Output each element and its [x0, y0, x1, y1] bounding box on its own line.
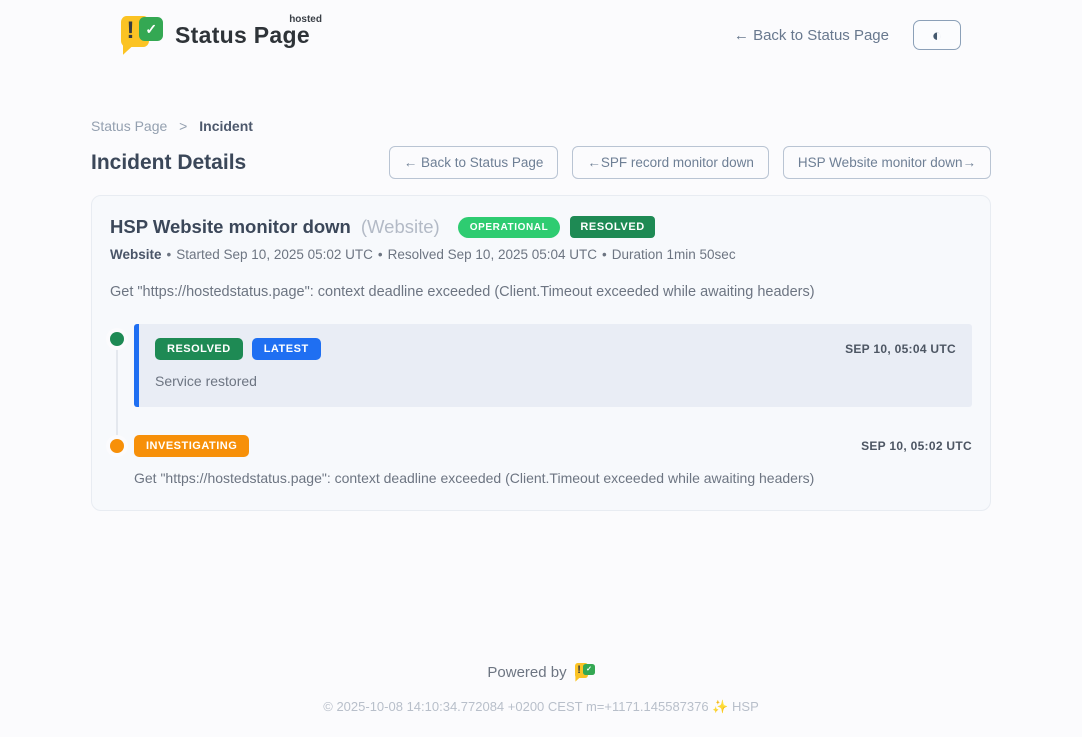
powered-by-label: Powered by — [487, 664, 566, 681]
meta-separator: • — [602, 247, 607, 262]
timeline-message: Get "https://hostedstatus.page": context… — [134, 470, 972, 486]
incident-meta: Website • Started Sep 10, 2025 05:02 UTC • R… — [110, 247, 972, 262]
timeline-dot-investigating — [110, 439, 124, 453]
header-right: ← Back to Status Page ◐ — [734, 20, 961, 50]
incident-card: HSP Website monitor down (Website) OPERA… — [91, 195, 991, 511]
timeline-highlight-box: RESOLVED LATEST SEP 10, 05:04 UTC Servic… — [134, 324, 972, 407]
incident-component: (Website) — [361, 216, 440, 238]
header-back-link[interactable]: ← Back to Status Page — [734, 27, 889, 44]
status-badge-resolved: RESOLVED — [570, 216, 655, 238]
copyright-text: © 2025-10-08 14:10:34.772084 +0200 CEST … — [0, 699, 1082, 715]
timeline-entry-content: RESOLVED LATEST SEP 10, 05:04 UTC Servic… — [134, 324, 972, 407]
timeline-dot-resolved — [110, 332, 124, 346]
breadcrumb-incident: Incident — [199, 118, 253, 134]
meta-component: Website — [110, 247, 162, 262]
incident-title: HSP Website monitor down — [110, 216, 351, 238]
timeline-dot-column — [110, 435, 134, 486]
meta-resolved: Resolved Sep 10, 2025 05:04 UTC — [388, 247, 597, 262]
logo-icon: ! ✓ — [121, 14, 163, 56]
meta-separator: • — [167, 247, 172, 262]
timeline-entry-investigating: INVESTIGATING SEP 10, 05:02 UTC Get "htt… — [110, 435, 972, 486]
footer-logo-icon: ! ✓ — [575, 662, 595, 682]
header: ! ✓ Status Page hosted ← Back to Status … — [91, 0, 991, 56]
main-content: Status Page > Incident Incident Details … — [91, 56, 991, 511]
nav-next-incident-button[interactable]: HSP Website monitor down→ — [783, 146, 991, 179]
timeline-entry-content: INVESTIGATING SEP 10, 05:02 UTC Get "htt… — [134, 435, 972, 486]
timeline-message: Service restored — [155, 373, 956, 389]
page-title: Incident Details — [91, 151, 246, 175]
timeline-badge-resolved: RESOLVED — [155, 338, 243, 360]
status-badge-operational: OPERATIONAL — [458, 217, 561, 238]
meta-started: Started Sep 10, 2025 05:02 UTC — [176, 247, 373, 262]
powered-by-link[interactable]: Powered by ! ✓ — [487, 662, 594, 682]
timeline-dot-column — [110, 324, 134, 407]
incident-title-row: HSP Website monitor down (Website) OPERA… — [110, 216, 972, 238]
meta-separator: • — [378, 247, 383, 262]
title-row: Incident Details ← Back to Status Page ←… — [91, 146, 991, 179]
footer: Powered by ! ✓ © 2025-10-08 14:10:34.772… — [0, 662, 1082, 737]
half-circle-icon: ◐ — [932, 27, 942, 44]
timeline-badge-latest: LATEST — [252, 338, 321, 360]
logo-title: Status Page — [175, 22, 310, 48]
nav-back-to-status-page-button[interactable]: ← Back to Status Page — [389, 146, 559, 179]
logo-text-wrap: Status Page hosted — [175, 22, 310, 49]
logo: ! ✓ Status Page hosted — [121, 14, 310, 56]
timeline-timestamp: SEP 10, 05:02 UTC — [861, 439, 972, 453]
breadcrumb: Status Page > Incident — [91, 118, 991, 134]
timeline-badge-investigating: INVESTIGATING — [134, 435, 249, 457]
timeline-badge-row: INVESTIGATING SEP 10, 05:02 UTC — [134, 435, 972, 457]
incident-timeline: RESOLVED LATEST SEP 10, 05:04 UTC Servic… — [110, 324, 972, 486]
check-icon: ✓ — [139, 17, 163, 41]
nav-prev-incident-button[interactable]: ←SPF record monitor down — [572, 146, 769, 179]
timeline-entry-resolved: RESOLVED LATEST SEP 10, 05:04 UTC Servic… — [110, 324, 972, 407]
check-icon: ✓ — [583, 664, 594, 675]
exclamation-icon: ! — [126, 17, 134, 45]
incident-description: Get "https://hostedstatus.page": context… — [110, 284, 972, 300]
breadcrumb-status-page[interactable]: Status Page — [91, 118, 167, 134]
timeline-timestamp: SEP 10, 05:04 UTC — [845, 342, 956, 356]
incident-nav-buttons: ← Back to Status Page ←SPF record monito… — [389, 146, 991, 179]
timeline-badge-row: RESOLVED LATEST SEP 10, 05:04 UTC — [155, 338, 956, 360]
meta-duration: Duration 1min 50sec — [612, 247, 736, 262]
speech-bubble-tail — [575, 676, 581, 682]
exclamation-icon: ! — [577, 664, 581, 676]
logo-hosted-badge: hosted — [289, 14, 322, 25]
breadcrumb-separator: > — [179, 118, 187, 134]
theme-toggle-button[interactable]: ◐ — [913, 20, 961, 50]
